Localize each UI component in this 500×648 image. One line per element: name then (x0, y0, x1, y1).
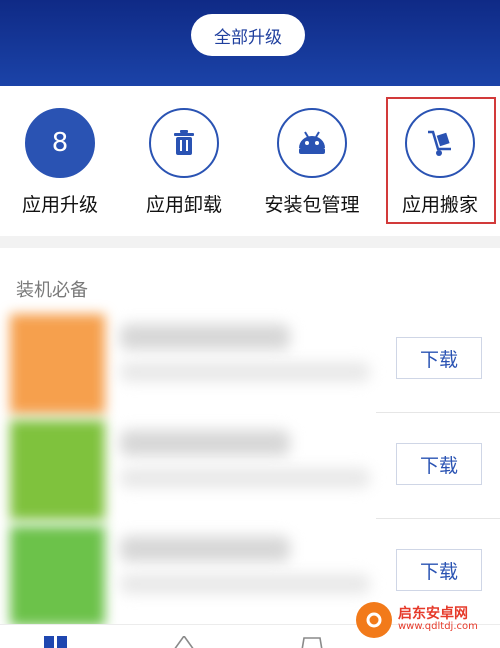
upgrade-all-button[interactable]: 全部升级 (191, 14, 305, 56)
tool-app-uninstall-label: 应用卸载 (145, 194, 222, 216)
section-title: 装机必备 (16, 280, 88, 301)
watermark-logo: 启东安卓网 www.qdltdj.com (356, 598, 496, 642)
highlight-box (386, 97, 496, 224)
app-desc-blurred (120, 362, 370, 382)
list-item[interactable]: 下载 (0, 420, 500, 526)
watermark-text-cn: 启东安卓网 (398, 606, 468, 623)
app-desc-blurred (120, 574, 370, 594)
watermark-icon (356, 602, 392, 638)
gamepad-icon[interactable] (300, 635, 324, 648)
star-icon[interactable] (172, 634, 196, 648)
app-icon (10, 314, 105, 414)
tool-app-upgrade[interactable]: 8 应用升级 (0, 108, 120, 228)
app-icon (10, 420, 105, 520)
tool-package-manager[interactable]: 安装包管理 (252, 108, 372, 228)
tool-package-manager-label: 安装包管理 (264, 194, 360, 216)
app-title-blurred (120, 324, 290, 350)
trash-icon (149, 108, 219, 178)
app-title-blurred (120, 430, 290, 456)
row-divider (376, 518, 500, 519)
download-button[interactable]: 下载 (396, 443, 482, 485)
grid-icon[interactable] (44, 635, 68, 648)
watermark-text-en: www.qdltdj.com (398, 621, 478, 633)
download-button[interactable]: 下载 (396, 337, 482, 379)
tool-app-upgrade-label: 应用升级 (21, 194, 98, 216)
section-divider (0, 236, 500, 248)
android-icon (277, 108, 347, 178)
tool-app-uninstall[interactable]: 应用卸载 (124, 108, 244, 228)
download-button[interactable]: 下载 (396, 549, 482, 591)
header-banner: 全部升级 (0, 0, 500, 86)
upgrade-count-badge: 8 (25, 108, 95, 178)
list-item[interactable]: 下载 (0, 314, 500, 420)
row-divider (376, 412, 500, 413)
app-desc-blurred (120, 468, 370, 488)
app-title-blurred (120, 536, 290, 562)
app-icon (10, 526, 105, 626)
